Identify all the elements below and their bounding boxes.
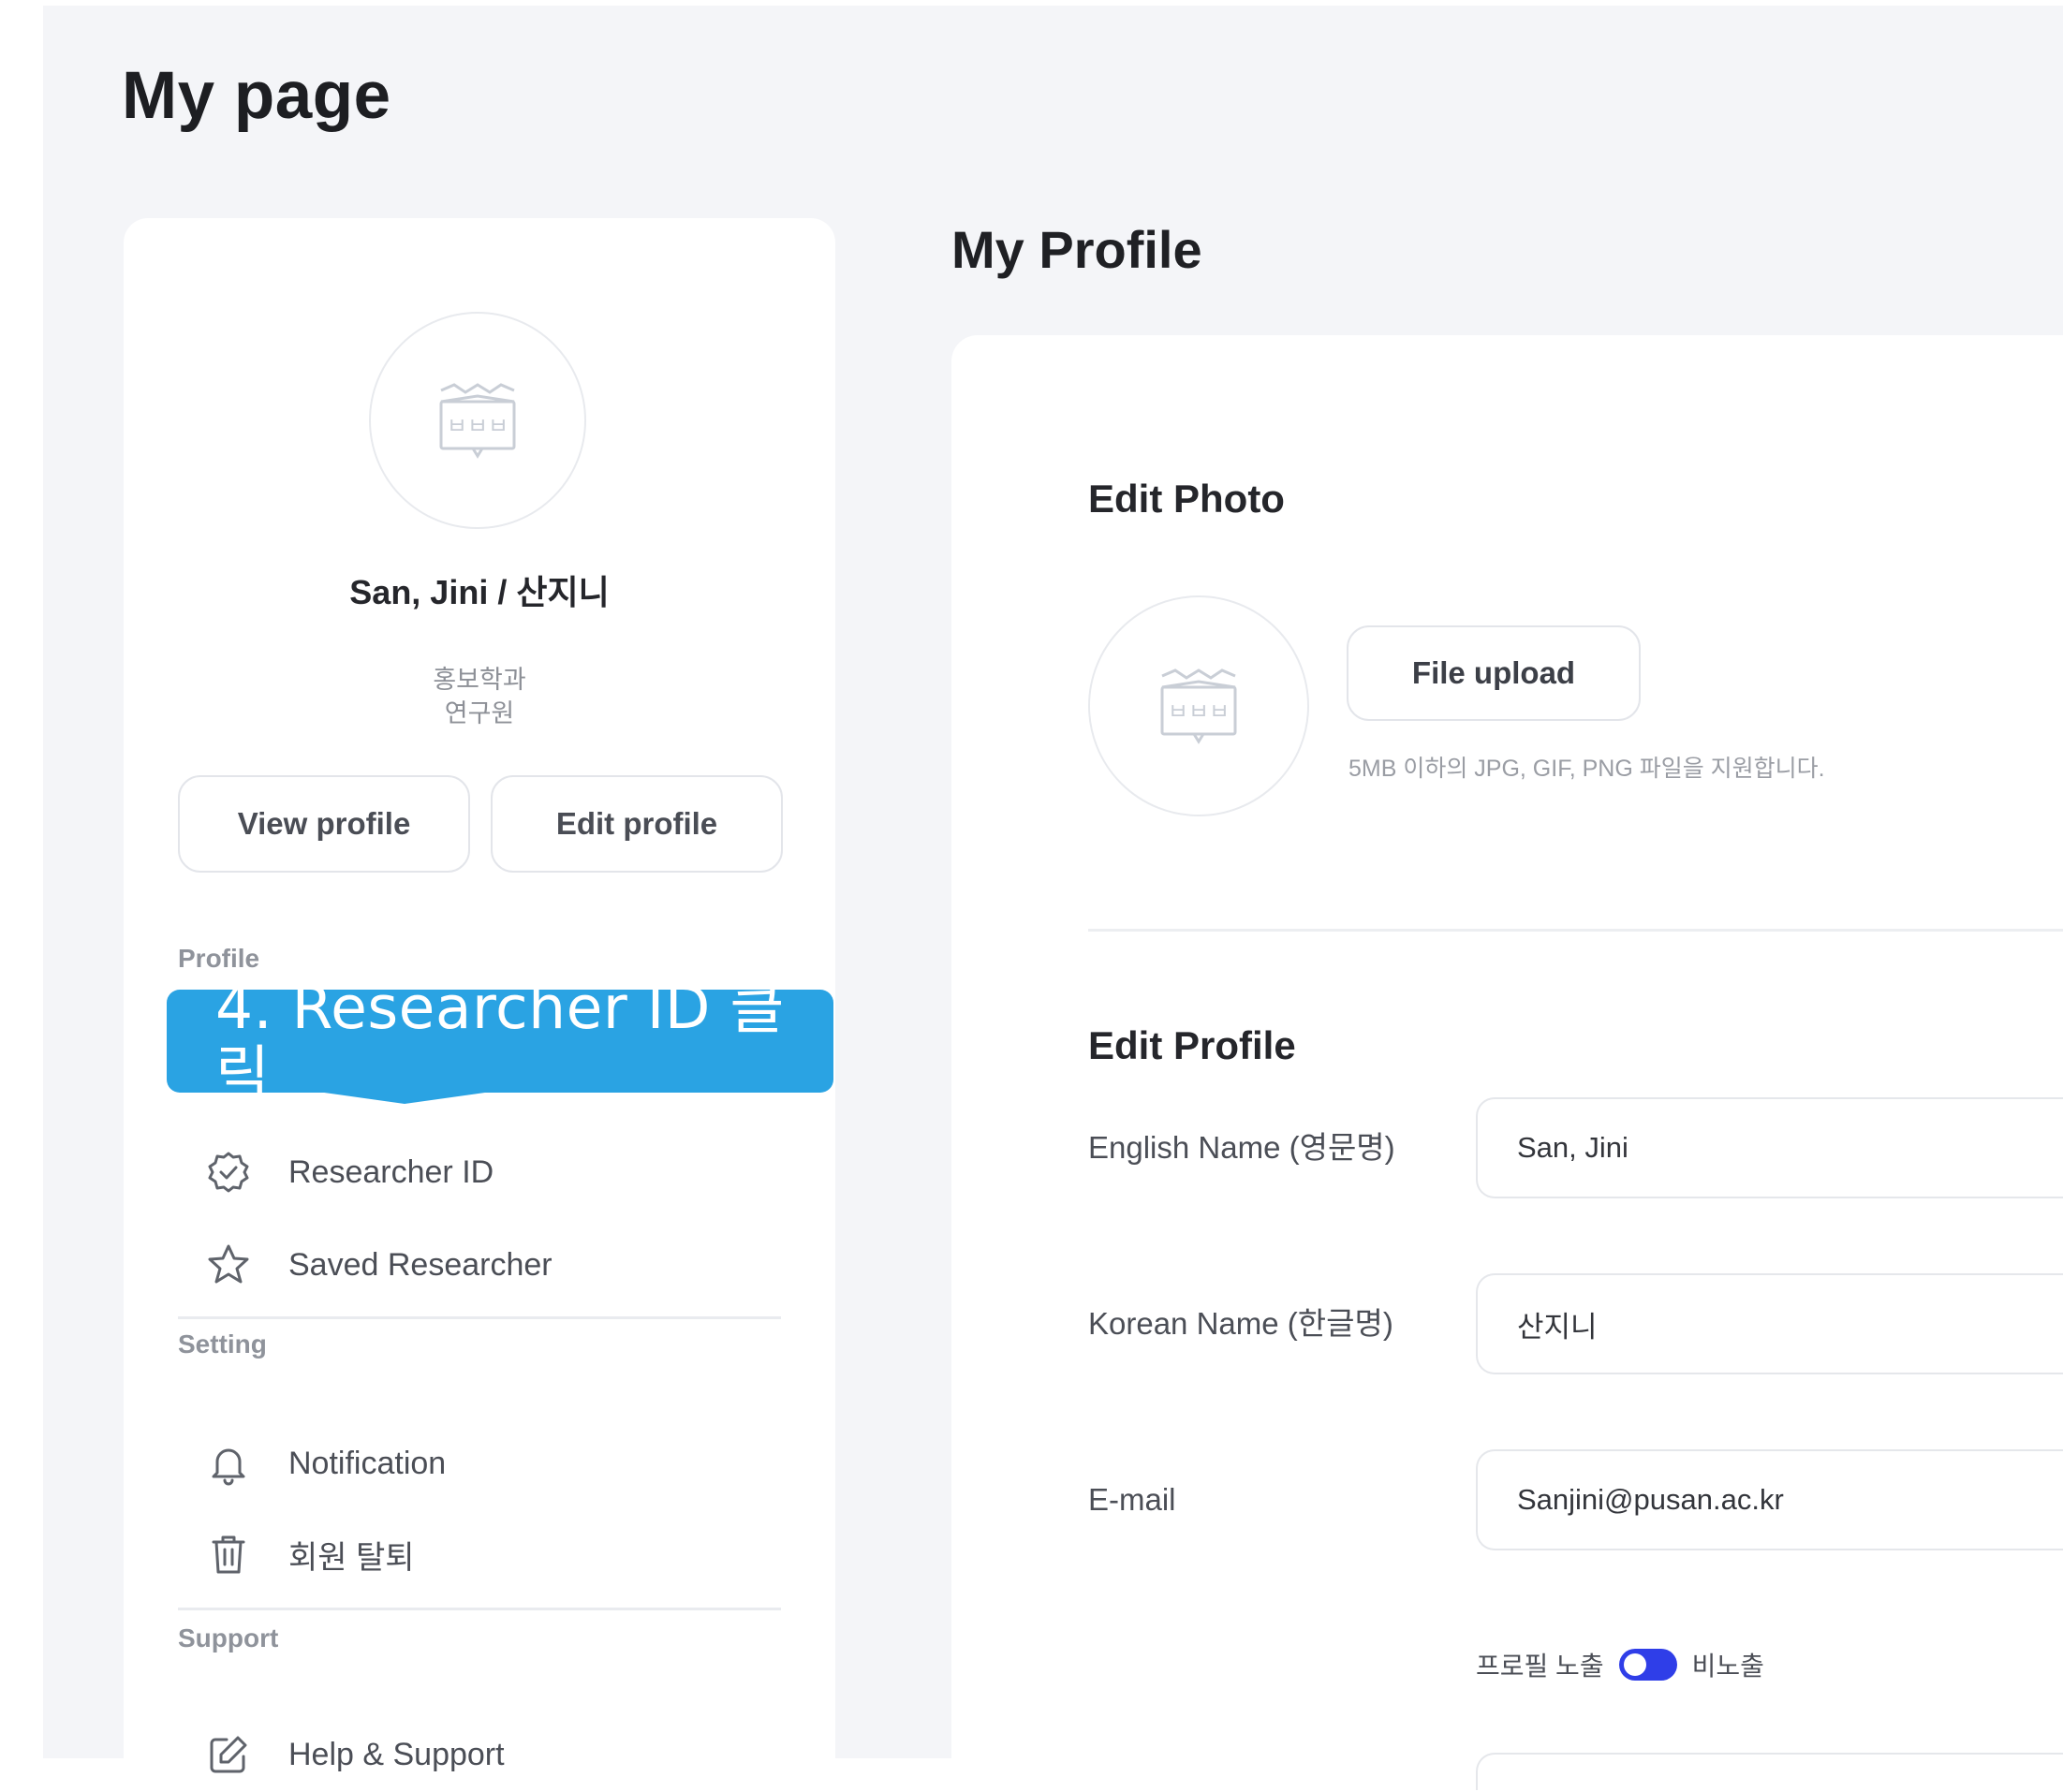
- profile-avatar: ㅂㅂㅂ: [369, 312, 586, 529]
- sidebar-item-researcher-id[interactable]: Researcher ID: [204, 1135, 803, 1210]
- sidebar-item-notification[interactable]: Notification: [204, 1426, 803, 1501]
- profile-edit-card: Edit Photo ㅂㅂㅂ File upload 5MB 이하의 JPG, …: [951, 335, 2063, 1790]
- visibility-toggle[interactable]: [1618, 1649, 1677, 1681]
- toggle-knob: [1623, 1653, 1646, 1676]
- english-name-label: English Name (영문명): [1088, 1130, 1395, 1165]
- svg-text:ㅂㅂㅂ: ㅂㅂㅂ: [447, 413, 508, 439]
- svg-text:ㅂㅂㅂ: ㅂㅂㅂ: [1168, 698, 1230, 725]
- sidebar-divider: [178, 1316, 781, 1319]
- sidebar-item-label: 회원 탈퇴: [288, 1539, 415, 1576]
- trash-icon: [204, 1530, 253, 1579]
- user-department: 홍보학과: [433, 666, 526, 694]
- bell-icon: [204, 1439, 253, 1488]
- edit-profile-button[interactable]: Edit profile: [491, 775, 783, 873]
- section-divider: [1088, 929, 2063, 932]
- edit-icon: [204, 1730, 253, 1779]
- visibility-hide-label: 비노출: [1691, 1652, 1764, 1681]
- visibility-show-label: 프로필 노출: [1476, 1652, 1604, 1681]
- my-profile-title: My Profile: [951, 220, 1202, 279]
- profile-sidebar-card: ㅂㅂㅂ San, Jini / 산지니 홍보학과 연구원 View profil…: [124, 218, 835, 1773]
- page-background: My page ㅂㅂㅂ San, Jini / 산지니 홍보학과 연구원 Vie…: [43, 6, 2063, 1790]
- sidebar-item-label: Notification: [288, 1445, 447, 1481]
- sidebar-item-label: Researcher ID: [288, 1153, 494, 1190]
- email-label: E-mail: [1088, 1482, 1176, 1517]
- university-logo-icon: ㅂㅂㅂ: [1160, 668, 1237, 744]
- email-value: Sanjini@pusan.ac.kr: [1517, 1483, 1784, 1516]
- email-field[interactable]: Sanjini@pusan.ac.kr: [1476, 1449, 2063, 1550]
- korean-name-field[interactable]: 산지니: [1476, 1273, 2063, 1374]
- edit-photo-title: Edit Photo: [1088, 477, 1285, 521]
- next-field[interactable]: [1476, 1753, 2063, 1790]
- file-upload-button[interactable]: File upload: [1347, 625, 1641, 721]
- korean-name-value: 산지니: [1517, 1310, 1598, 1344]
- sidebar-item-label: Help & Support: [288, 1736, 505, 1772]
- tutorial-callout: 4. Researcher ID 클릭: [167, 976, 833, 1107]
- page-title: My page: [122, 59, 391, 133]
- callout-pointer: [311, 1091, 498, 1104]
- verified-badge-icon: [204, 1148, 253, 1197]
- star-icon: [204, 1241, 253, 1289]
- user-name: San, Jini / 산지니: [349, 573, 610, 611]
- photo-preview: ㅂㅂㅂ: [1088, 595, 1309, 816]
- edit-profile-title: Edit Profile: [1088, 1023, 1296, 1067]
- english-name-value: San, Jini: [1517, 1131, 1628, 1164]
- section-label-setting: Setting: [178, 1329, 267, 1359]
- sidebar-item-saved-researcher[interactable]: Saved Researcher: [204, 1227, 803, 1302]
- sidebar-divider: [178, 1608, 781, 1610]
- sidebar-item-label: Saved Researcher: [288, 1246, 553, 1283]
- upload-hint: 5MB 이하의 JPG, GIF, PNG 파일을 지원합니다.: [1348, 756, 1825, 782]
- profile-visibility-row: 프로필 노출 비노출: [1476, 1646, 1764, 1683]
- view-profile-button[interactable]: View profile: [178, 775, 470, 873]
- section-label-support: Support: [178, 1623, 279, 1652]
- korean-name-label: Korean Name (한글명): [1088, 1306, 1393, 1341]
- university-logo-icon: ㅂㅂㅂ: [439, 383, 516, 459]
- sidebar-item-help-support[interactable]: Help & Support: [204, 1717, 803, 1792]
- sidebar-item-withdraw[interactable]: 회원 탈퇴: [204, 1517, 803, 1592]
- english-name-field[interactable]: San, Jini: [1476, 1097, 2063, 1198]
- section-label-profile: Profile: [178, 944, 260, 973]
- user-role: 연구원: [444, 699, 515, 727]
